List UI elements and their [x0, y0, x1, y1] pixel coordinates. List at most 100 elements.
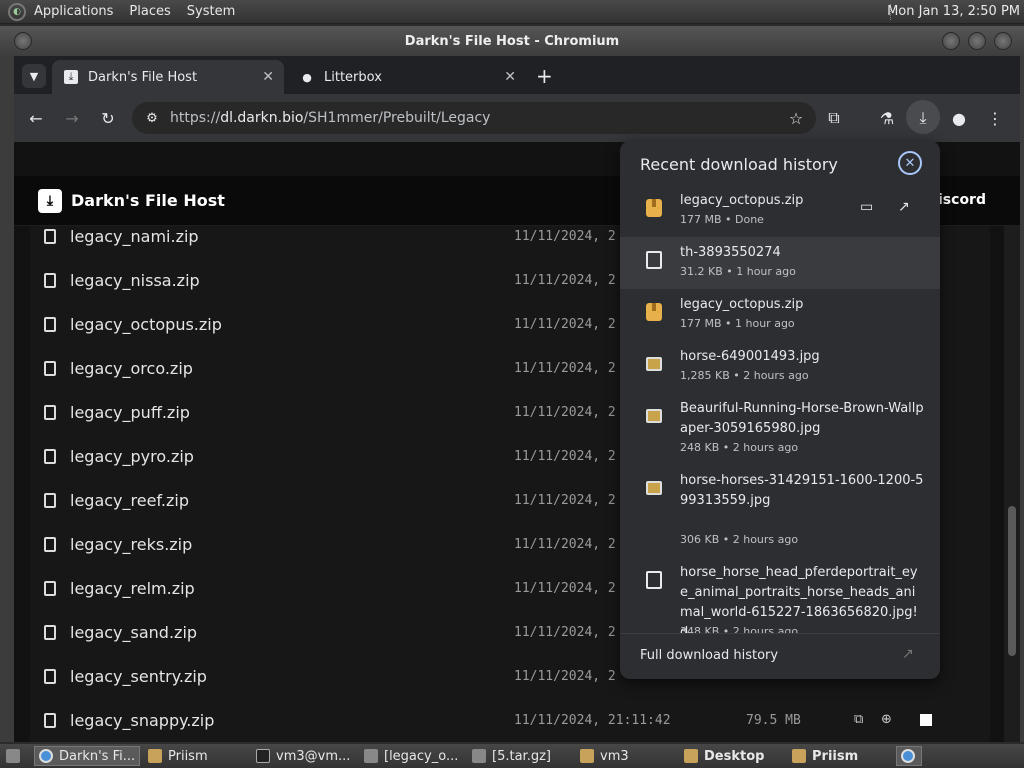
file-date: 11/11/2024, 2: [514, 449, 616, 464]
reload-icon[interactable]: ↻: [96, 106, 120, 130]
file-name[interactable]: legacy_octopus.zip: [70, 315, 222, 334]
download-item[interactable]: horse-horses-31429151-1600-1200-59931355…: [620, 465, 940, 557]
file-date: 11/11/2024, 2: [514, 273, 616, 288]
download-name: th-3893550274: [680, 245, 781, 260]
download-history-panel: Recent download history ✕ legacy_octopus…: [620, 141, 940, 679]
file-name[interactable]: legacy_sentry.zip: [70, 667, 207, 686]
task-archive-legacy[interactable]: [legacy_o...: [360, 746, 464, 766]
page-scrollbar[interactable]: [1004, 226, 1020, 742]
file-icon: [44, 273, 56, 288]
task-label: vm3@vm...: [276, 748, 351, 764]
labs-flask-icon[interactable]: ⚗: [875, 106, 899, 130]
download-icon[interactable]: ⤓: [911, 106, 935, 130]
download-meta: 31.2 KB • 1 hour ago: [680, 265, 796, 278]
task-archive-tar[interactable]: [5.tar.gz]: [468, 746, 572, 766]
show-desktop-icon[interactable]: [2, 746, 28, 766]
profile-avatar-icon[interactable]: ●: [947, 106, 971, 130]
file-icon: [44, 537, 56, 552]
download-item[interactable]: legacy_octopus.zip 177 MB • 1 hour ago: [620, 289, 940, 341]
file-name[interactable]: legacy_nissa.zip: [70, 271, 200, 290]
maximize-icon[interactable]: [968, 32, 986, 50]
file-date: 11/11/2024, 21:11:42: [514, 713, 671, 728]
file-name[interactable]: legacy_nami.zip: [70, 227, 199, 246]
back-arrow-icon[interactable]: ←: [24, 106, 48, 130]
menu-places[interactable]: Places: [121, 4, 178, 19]
taskbar: Darkn's Fi... Priism vm3@vm... [legacy_o…: [0, 744, 1024, 768]
bookmark-star-icon[interactable]: ☆: [784, 106, 808, 130]
copy-link-icon[interactable]: ⧉: [854, 712, 868, 727]
archive-icon: [364, 749, 378, 763]
folder-icon: [792, 749, 806, 763]
task-chromium[interactable]: Darkn's Fi...: [34, 746, 140, 766]
file-name[interactable]: legacy_puff.zip: [70, 403, 190, 422]
download-meta: 1,285 KB • 2 hours ago: [680, 369, 809, 382]
task-priism-folder[interactable]: Priism: [144, 746, 248, 766]
workspace-switcher[interactable]: [896, 746, 922, 766]
image-icon: [646, 409, 662, 423]
window-title: Darkn's File Host - Chromium: [404, 33, 620, 49]
browser-toolbar: ← → ↻ ⚙ https://dl.darkn.bio/SH1mmer/Pre…: [14, 94, 1020, 142]
new-tab-plus-icon[interactable]: +: [536, 64, 553, 88]
forward-arrow-icon[interactable]: →: [60, 106, 84, 130]
select-checkbox[interactable]: [920, 714, 932, 726]
download-meta: 248 KB • 2 hours ago: [680, 441, 799, 454]
terminal-icon: [256, 749, 270, 763]
download-item[interactable]: Beauriful-Running-Horse-Brown-Wallpaper-…: [620, 393, 940, 465]
task-desktop-folder[interactable]: Desktop: [680, 746, 784, 766]
extensions-puzzle-icon[interactable]: ⧉: [822, 106, 846, 130]
tab-close-icon[interactable]: ✕: [262, 69, 274, 85]
download-item[interactable]: horse-649001493.jpg 1,285 KB • 2 hours a…: [620, 341, 940, 393]
file-date: 11/11/2024, 2: [514, 669, 616, 684]
download-meta: 177 MB • 1 hour ago: [680, 317, 795, 330]
task-terminal[interactable]: vm3@vm...: [252, 746, 356, 766]
file-icon: [44, 493, 56, 508]
address-bar[interactable]: ⚙ https://dl.darkn.bio/SH1mmer/Prebuilt/…: [132, 102, 816, 134]
download-item[interactable]: th-3893550274 31.2 KB • 1 hour ago: [620, 237, 940, 289]
task-vm3-folder[interactable]: vm3: [576, 746, 676, 766]
file-date: 11/11/2024, 2: [514, 537, 616, 552]
tab-darkns-file-host[interactable]: ⤓ Darkn's File Host ✕: [52, 60, 284, 94]
file-name[interactable]: legacy_pyro.zip: [70, 447, 194, 466]
download-item[interactable]: legacy_octopus.zip 177 MB • Done ▭ ↗: [620, 185, 940, 237]
close-icon[interactable]: ✕: [898, 151, 922, 175]
tab-close-icon[interactable]: ✕: [504, 69, 516, 85]
scrollbar-thumb[interactable]: [1008, 506, 1016, 656]
url-prefix: https://: [170, 110, 221, 126]
open-external-icon[interactable]: ↗: [898, 199, 918, 219]
full-download-history-button[interactable]: Full download history ↗: [620, 633, 940, 679]
file-row[interactable]: legacy_snappy.zip 11/11/2024, 21:11:42 7…: [30, 700, 990, 742]
download-item[interactable]: horse_horse_head_pferdeportrait_eye_anim…: [620, 557, 940, 633]
download-logo-icon[interactable]: ⤓: [38, 189, 62, 213]
file-icon: [646, 571, 662, 589]
menu-system[interactable]: System: [179, 4, 243, 19]
site-title[interactable]: Darkn's File Host: [71, 191, 225, 210]
show-in-folder-icon[interactable]: ▭: [860, 199, 880, 219]
kebab-menu-icon[interactable]: ⋮: [983, 106, 1007, 130]
folder-icon: [148, 749, 162, 763]
task-priism-folder-2[interactable]: Priism: [788, 746, 892, 766]
file-name[interactable]: legacy_reks.zip: [70, 535, 192, 554]
file-name[interactable]: legacy_sand.zip: [70, 623, 197, 642]
window-menu-icon[interactable]: [14, 32, 32, 50]
clock[interactable]: Mon Jan 13, 2:50 PM: [887, 4, 1020, 19]
download-circle-icon[interactable]: ⊕: [881, 712, 895, 727]
zip-icon: [646, 199, 662, 217]
image-icon: [646, 481, 662, 495]
distro-logo-icon[interactable]: ◐: [8, 2, 26, 21]
file-name[interactable]: legacy_orco.zip: [70, 359, 193, 378]
file-name[interactable]: legacy_snappy.zip: [70, 711, 214, 730]
menu-applications[interactable]: Applications: [26, 4, 121, 19]
file-icon: [44, 229, 56, 244]
top-panel: ◐ Applications Places System Mon Jan 13,…: [0, 0, 1024, 24]
window-close-icon[interactable]: [994, 32, 1012, 50]
file-date: 11/11/2024, 2: [514, 581, 616, 596]
task-label: Desktop: [704, 748, 765, 764]
minimize-icon[interactable]: [942, 32, 960, 50]
site-info-icon[interactable]: ⚙: [140, 106, 164, 130]
file-name[interactable]: legacy_reef.zip: [70, 491, 189, 510]
tab-litterbox[interactable]: ● Litterbox ✕: [288, 60, 526, 94]
file-name[interactable]: legacy_relm.zip: [70, 579, 195, 598]
tab-search-chevron-down-icon[interactable]: ▼: [22, 64, 46, 88]
file-icon: [44, 713, 56, 728]
window-titlebar[interactable]: Darkn's File Host - Chromium: [0, 26, 1024, 56]
